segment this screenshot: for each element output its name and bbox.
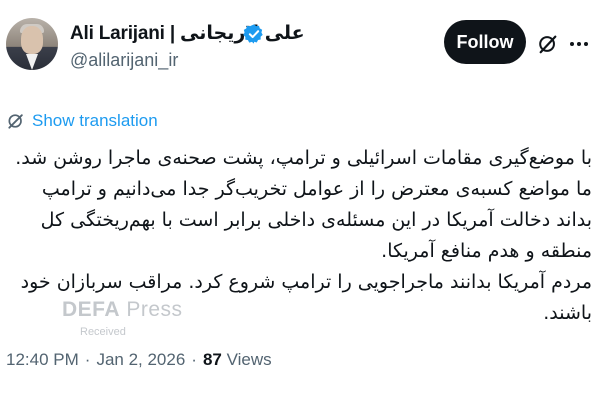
separator: · (84, 350, 91, 369)
tweet-card: Ali Larijani | علی لاریجانی @alilarijani… (0, 0, 600, 400)
tweet-paragraph: مردم آمریکا بدانند ماجراجویی را ترامپ شر… (20, 271, 592, 324)
verified-badge-icon (243, 24, 263, 44)
tweet-meta: 12:40 PM · Jan 2, 2026 · 87 Views (6, 350, 272, 370)
tweet-paragraph: با موضع‌گیری مقامات اسرائیلی و ترامپ، پش… (15, 147, 592, 262)
tweet-date[interactable]: Jan 2, 2026 (96, 350, 185, 369)
grok-icon[interactable] (537, 33, 559, 55)
more-icon[interactable] (568, 36, 590, 52)
translate-icon (8, 114, 23, 129)
show-translation[interactable]: Show translation (6, 109, 158, 133)
views-label: Views (226, 350, 272, 369)
follow-button[interactable]: Follow (444, 20, 526, 64)
display-name[interactable]: Ali Larijani | علی لاریجانی (70, 22, 305, 45)
avatar[interactable] (6, 18, 58, 70)
separator: · (191, 350, 197, 369)
avatar-face (21, 26, 43, 54)
tweet-text: با موضع‌گیری مقامات اسرائیلی و ترامپ، پش… (8, 143, 592, 329)
show-translation-link[interactable]: Show translation (32, 111, 158, 131)
tweet-time[interactable]: 12:40 PM (6, 350, 79, 369)
views-count: 87 (202, 350, 222, 369)
user-handle[interactable]: @alilarijani_ir (70, 50, 178, 71)
avatar-shirt (26, 54, 38, 70)
